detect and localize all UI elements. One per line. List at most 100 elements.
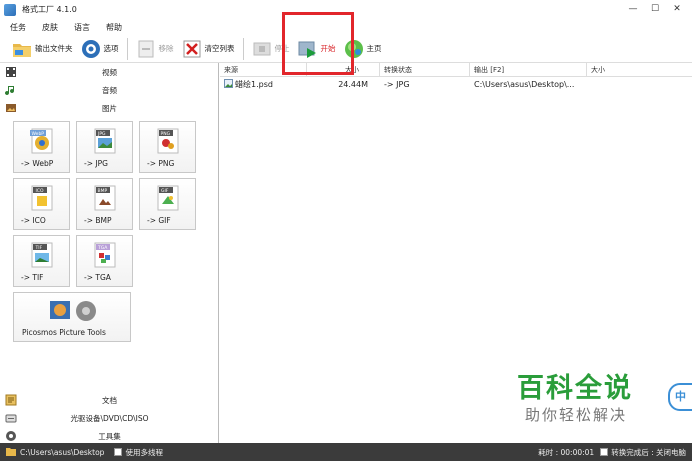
category-video[interactable]: 视频 [0, 63, 218, 81]
category-optical-drive[interactable]: 光驱设备\DVD\CD\ISO [0, 409, 219, 427]
stop-label: 停止 [274, 44, 290, 53]
options-icon [81, 39, 101, 59]
toolbar-divider [126, 37, 128, 60]
column-status[interactable]: 转换状态 [380, 63, 470, 76]
close-button[interactable]: ✕ [666, 2, 688, 16]
options-button[interactable]: 选项 [77, 37, 123, 61]
picosmos-icon [48, 299, 100, 323]
file-source-name: 蜡绘1.psd [235, 79, 273, 89]
toolbar: 输出文件夹 选项 移除 清空列表 停止 开始 主页 [0, 35, 692, 63]
menu-skin[interactable]: 皮肤 [42, 22, 58, 33]
remove-icon [136, 39, 156, 59]
webp-badge: WebP [32, 131, 45, 137]
tile-tga-label: -> TGA [84, 273, 111, 282]
clear-list-button[interactable]: 清空列表 [178, 37, 239, 61]
maximize-button[interactable]: ☐ [644, 2, 666, 16]
category-audio-label: 音频 [102, 85, 117, 95]
file-row[interactable]: 蜡绘1.psd 24.44M -> JPG C:\Users\asus\Desk… [220, 77, 692, 91]
toolbar-divider [242, 37, 244, 60]
home-label: 主页 [366, 44, 382, 53]
tile-tga[interactable]: TGA -> TGA [76, 235, 133, 287]
gif-badge: GIF [161, 188, 169, 194]
start-label: 开始 [320, 44, 336, 53]
output-folder-button[interactable]: 输出文件夹 [8, 37, 77, 61]
column-output[interactable]: 输出 [F2] [470, 63, 587, 76]
app-icon [4, 3, 16, 16]
menu-help[interactable]: 帮助 [106, 22, 122, 33]
remove-label: 移除 [158, 44, 174, 53]
folder-icon [12, 39, 32, 59]
tile-bmp-label: -> BMP [84, 216, 112, 225]
globe-icon [344, 39, 364, 59]
menu-language[interactable]: 语言 [74, 22, 90, 33]
folder-small-icon [6, 447, 16, 458]
column-output-size[interactable]: 大小 [587, 63, 692, 76]
gif-icon: GIF [156, 184, 180, 212]
tile-ico-label: -> ICO [21, 216, 46, 225]
clear-list-label: 清空列表 [204, 44, 235, 53]
clear-x-icon [182, 39, 202, 59]
category-optical-drive-label: 光驱设备\DVD\CD\ISO [70, 413, 149, 423]
menu-bar: 任务 皮肤 语言 帮助 [0, 19, 692, 35]
category-toolbox-label: 工具集 [98, 431, 121, 441]
png-badge: PNG [161, 131, 171, 137]
tile-png-label: -> PNG [147, 159, 175, 168]
window-controls: — ☐ ✕ [622, 2, 688, 16]
watermark-title: 百科全说 [517, 373, 633, 404]
remove-button[interactable]: 移除 [132, 37, 178, 61]
tile-webp[interactable]: WebP -> WebP [13, 121, 70, 173]
multithread-label: 使用多线程 [125, 447, 163, 457]
options-label: 选项 [103, 44, 119, 53]
home-button[interactable]: 主页 [340, 37, 386, 61]
watermark-badge: 中 [668, 383, 692, 411]
tile-jpg[interactable]: JPG -> JPG [76, 121, 133, 173]
tile-gif[interactable]: GIF -> GIF [139, 178, 196, 230]
file-status-cell: -> JPG [384, 79, 410, 89]
tga-icon: TGA [93, 241, 117, 269]
file-output-cell: C:\Users\asus\Desktop\... [474, 79, 575, 89]
jpg-icon: JPG [93, 127, 117, 155]
watermark-subtitle: 助你轻松解决 [525, 406, 628, 424]
tile-jpg-label: -> JPG [84, 159, 108, 168]
category-picture-label: 图片 [102, 103, 117, 113]
ico-icon: ICO [30, 184, 54, 212]
start-play-icon [298, 39, 318, 59]
after-convert-label: 转换完成后 : 关闭电脑 [611, 447, 686, 457]
elapsed-time: 耗时 : 00:00:01 [538, 447, 595, 457]
tile-gif-label: -> GIF [147, 216, 171, 225]
category-audio[interactable]: 音频 [0, 81, 218, 99]
file-size-cell: 24.44M [338, 79, 368, 89]
file-source-cell: 蜡绘1.psd [220, 78, 307, 90]
tile-ico[interactable]: ICO -> ICO [13, 178, 70, 230]
category-document[interactable]: 文档 [0, 391, 219, 409]
window-title: 格式工厂 4.1.0 [22, 5, 77, 14]
file-list-header: 来源 大小 转换状态 输出 [F2] 大小 [220, 63, 692, 77]
jpg-badge: JPG [97, 131, 106, 137]
tile-tif[interactable]: TIF -> TIF [13, 235, 70, 287]
tile-png[interactable]: PNG -> PNG [139, 121, 196, 173]
tga-badge: TGA [97, 245, 108, 251]
watermark: 百科全说 助你轻松解决 [517, 366, 667, 428]
bottom-categories: 文档 光驱设备\DVD\CD\ISO 工具集 [0, 391, 219, 445]
start-button[interactable]: 开始 [294, 37, 340, 61]
bmp-icon: BMP [93, 184, 117, 212]
tile-picosmos-label: Picosmos Picture Tools [22, 328, 106, 337]
minimize-button[interactable]: — [622, 2, 644, 16]
column-source[interactable]: 来源 [220, 63, 307, 76]
shutdown-checkbox[interactable] [600, 448, 609, 456]
tile-bmp[interactable]: BMP -> BMP [76, 178, 133, 230]
tile-picosmos[interactable]: Picosmos Picture Tools [13, 292, 131, 342]
title-bar: 格式工厂 4.1.0 — ☐ ✕ [0, 0, 692, 19]
status-bar: C:\Users\asus\Desktop 使用多线程 耗时 : 00:00:0… [0, 443, 692, 461]
output-path[interactable]: C:\Users\asus\Desktop [20, 448, 104, 457]
png-icon: PNG [156, 127, 180, 155]
multithread-checkbox[interactable] [114, 448, 123, 456]
output-folder-label: 输出文件夹 [35, 44, 73, 53]
stop-button[interactable]: 停止 [248, 37, 294, 61]
category-document-label: 文档 [102, 395, 117, 405]
ico-badge: ICO [36, 188, 44, 194]
column-size[interactable]: 大小 [307, 63, 380, 76]
menu-task[interactable]: 任务 [10, 22, 26, 33]
webp-icon: WebP [30, 127, 54, 155]
category-picture[interactable]: 图片 [0, 99, 218, 117]
